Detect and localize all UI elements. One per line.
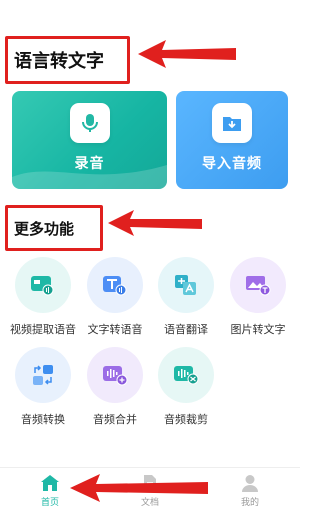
- audio-cut-icon: [158, 347, 214, 403]
- feature-audio-convert[interactable]: 音频转换: [7, 347, 79, 427]
- annotation-arrow-icon: [108, 210, 202, 236]
- text-to-speech-icon: [87, 257, 143, 313]
- more-features-section-title: 更多功能: [5, 205, 103, 251]
- video-extract-icon: [15, 257, 71, 313]
- feature-image-to-text[interactable]: 图片转文字: [222, 257, 294, 337]
- feature-video-extract[interactable]: 视频提取语音: [7, 257, 79, 337]
- translate-icon: [158, 257, 214, 313]
- image-to-text-icon: [230, 257, 286, 313]
- feature-label: 音频合并: [93, 413, 137, 426]
- more-features-title-text: 更多功能: [14, 219, 75, 238]
- record-card[interactable]: 录音: [12, 91, 167, 189]
- feature-label: 视频提取语音: [10, 323, 76, 336]
- home-icon: [41, 475, 59, 491]
- feature-label: 音频转换: [21, 413, 65, 426]
- feature-label: 语音翻译: [164, 323, 208, 336]
- tab-profile-label: 我的: [240, 498, 259, 508]
- feature-audio-cut[interactable]: 音频裁剪: [150, 347, 222, 427]
- folder-download-icon: [212, 103, 252, 143]
- microphone-icon: [69, 103, 110, 143]
- tab-home-label: 首页: [40, 498, 59, 508]
- audio-convert-icon: [15, 347, 71, 403]
- annotation-arrow-icon: [70, 474, 208, 502]
- tab-profile[interactable]: 我的: [220, 474, 280, 508]
- import-audio-card-label: 导入音频: [202, 156, 262, 172]
- feature-label: 文字转语音: [87, 323, 143, 336]
- feature-text-to-speech[interactable]: 文字转语音: [79, 257, 151, 337]
- record-card-label: 录音: [74, 156, 105, 172]
- speech-to-text-title-text: 语言转文字: [14, 51, 104, 72]
- speech-to-text-section-title: 语言转文字: [5, 36, 130, 84]
- annotation-arrow-icon: [138, 40, 236, 68]
- import-audio-card[interactable]: 导入音频: [176, 91, 288, 189]
- profile-icon: [242, 475, 258, 492]
- feature-audio-merge[interactable]: 音频合并: [79, 347, 151, 427]
- feature-label: 图片转文字: [230, 323, 286, 336]
- feature-translate[interactable]: 语音翻译: [150, 257, 222, 337]
- audio-merge-icon: [87, 347, 143, 403]
- feature-label: 音频裁剪: [164, 413, 208, 426]
